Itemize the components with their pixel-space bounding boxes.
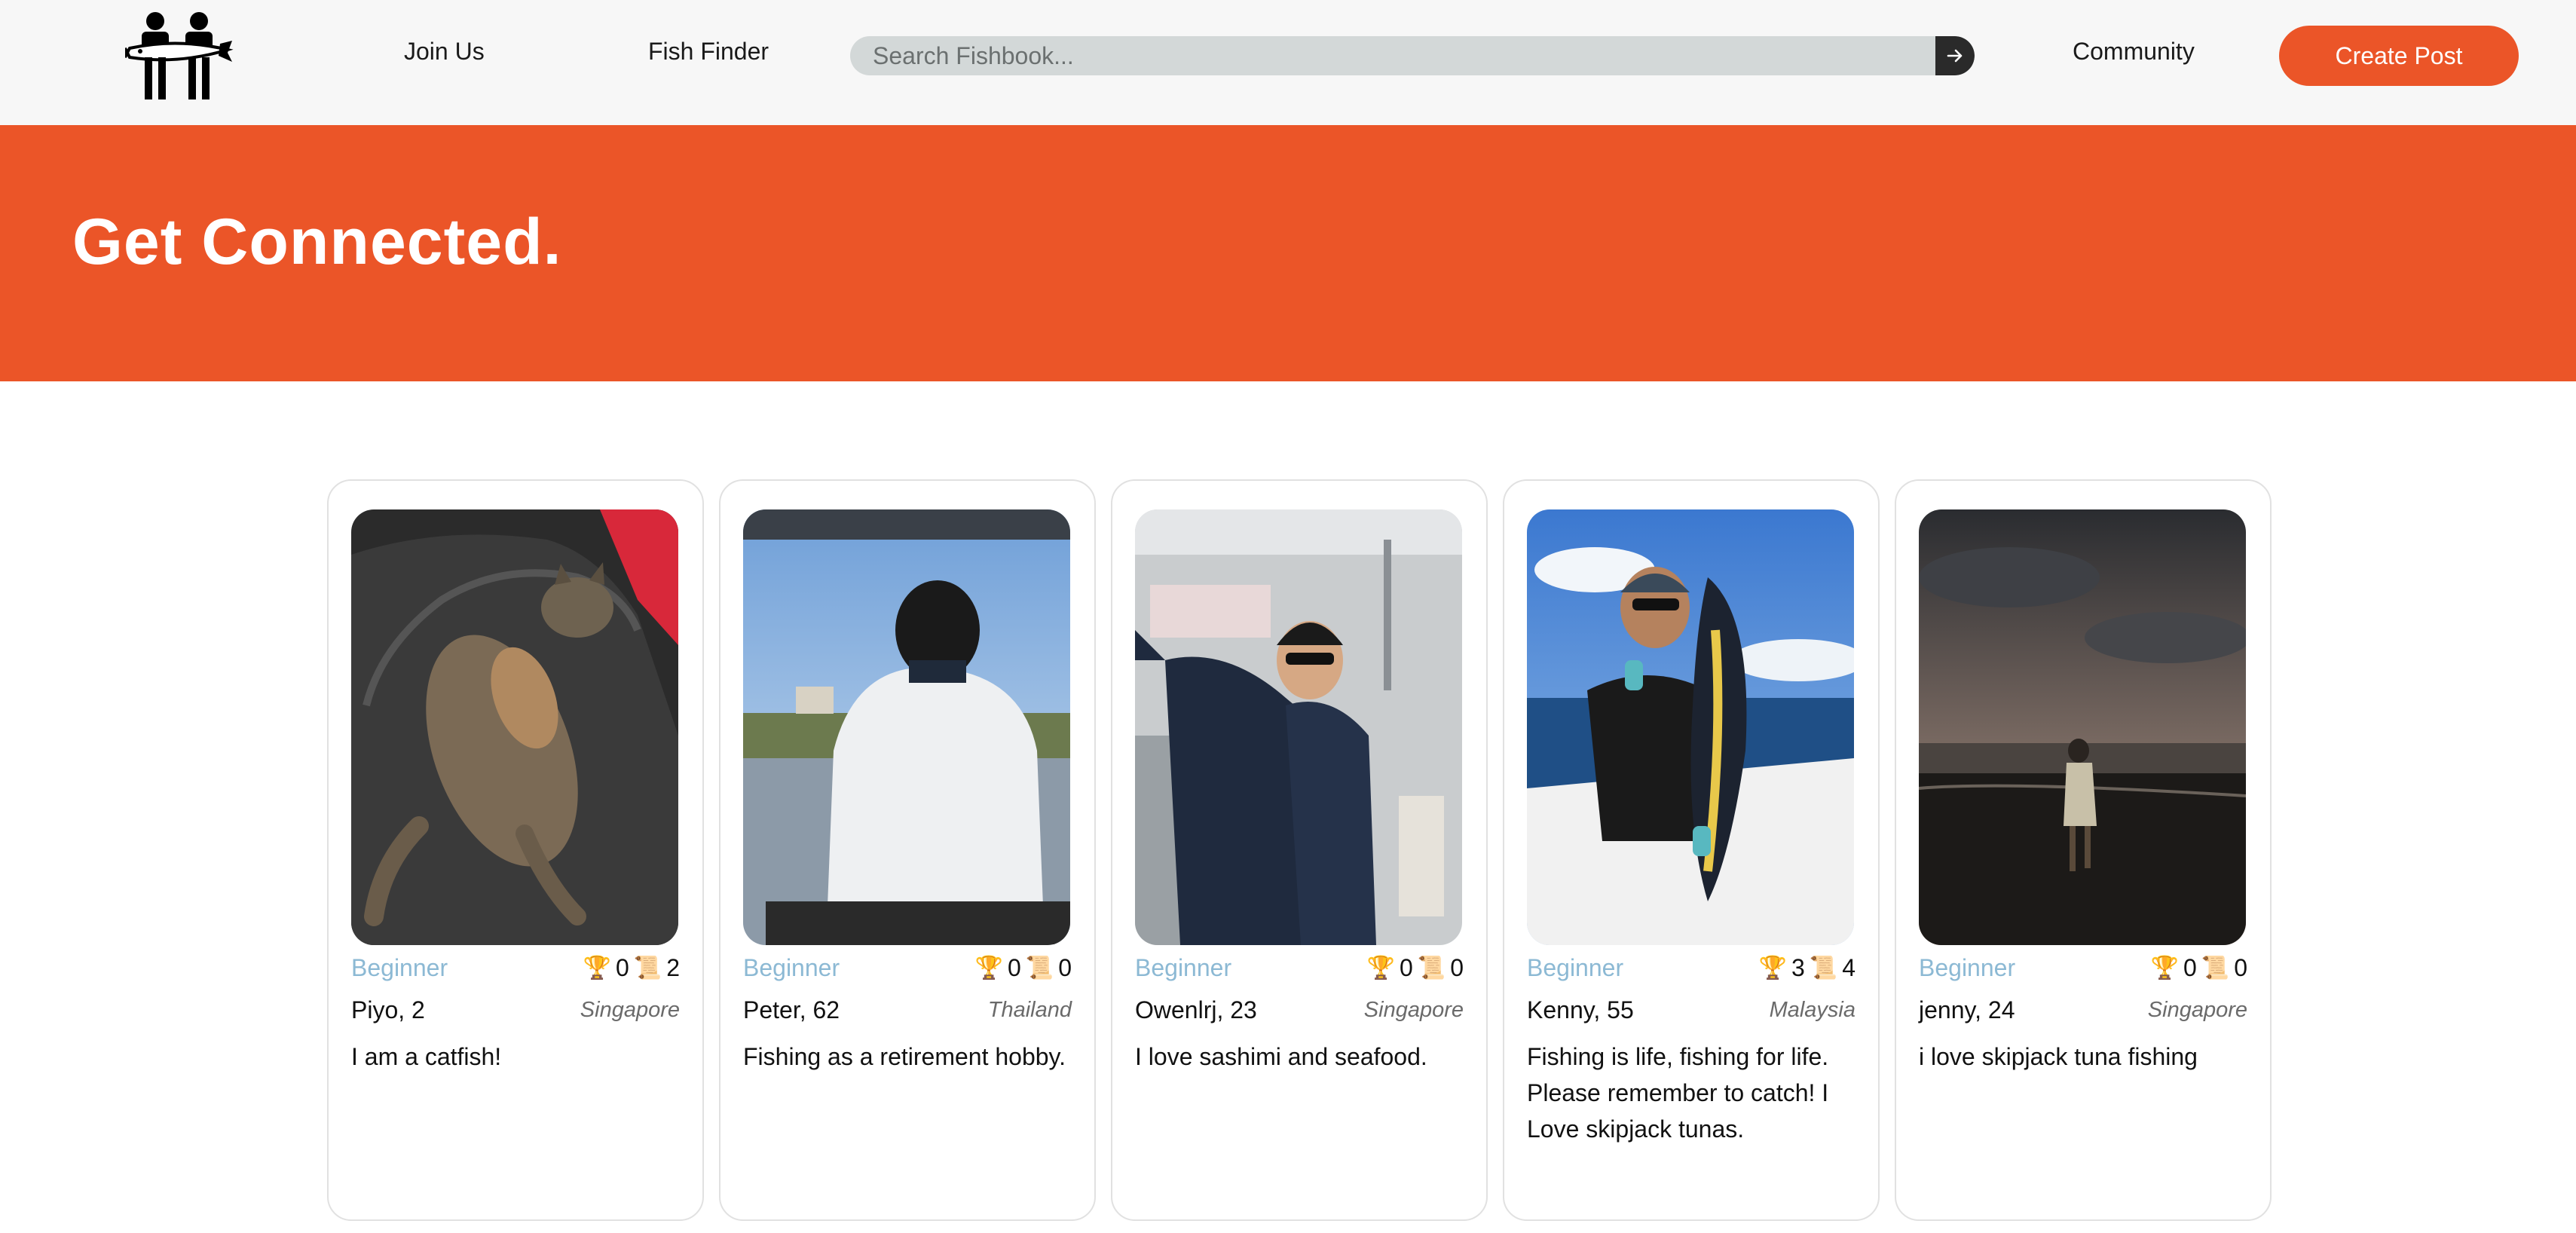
profile-photo xyxy=(1135,509,1462,945)
level-label: Beginner xyxy=(743,954,840,981)
nav-fish-finder[interactable]: Fish Finder xyxy=(648,38,769,66)
profile-card[interactable]: Beginner 🏆 3 📜 4 Kenny, 55 Malaysia Fishin… xyxy=(1503,479,1880,1221)
trophy-count: 0 xyxy=(616,954,629,981)
profile-photo xyxy=(1919,509,2246,945)
trophy-count: 0 xyxy=(2183,954,2197,981)
profile-photo xyxy=(1527,509,1854,945)
post-count: 2 xyxy=(666,954,680,981)
profile-card[interactable]: Beginner 🏆 0 📜 0 Peter, 62 Thailand Fishin… xyxy=(719,479,1096,1221)
profile-stats: 🏆 0 📜 0 xyxy=(971,954,1072,982)
profile-country: Malaysia xyxy=(1769,998,1856,1022)
trophy-icon: 🏆 xyxy=(1366,956,1396,981)
profile-name: Owenlrj, 23 xyxy=(1135,996,1257,1023)
profile-name: Kenny, 55 xyxy=(1527,996,1634,1023)
arrow-right-icon xyxy=(1947,49,1963,63)
trophy-icon: 🏆 xyxy=(1758,956,1788,981)
profile-country: Singapore xyxy=(2147,998,2247,1022)
scroll-icon: 📜 xyxy=(1417,956,1446,981)
fishermen-logo[interactable] xyxy=(124,11,234,101)
post-count: 0 xyxy=(1450,954,1464,981)
trophy-count: 3 xyxy=(1791,954,1805,981)
level-label: Beginner xyxy=(1135,954,1232,981)
search-bar xyxy=(850,36,1975,75)
profile-name: jenny, 24 xyxy=(1919,996,2015,1023)
scroll-icon: 📜 xyxy=(1025,956,1054,981)
post-count: 4 xyxy=(1842,954,1856,981)
nav-community[interactable]: Community xyxy=(2073,38,2195,66)
profile-card[interactable]: Beginner 🏆 0 📜 0 Owenlrj, 23 Singapore I l… xyxy=(1111,479,1488,1221)
hero-banner: Get Connected. xyxy=(0,125,2576,381)
profile-name: Peter, 62 xyxy=(743,996,840,1023)
post-count: 0 xyxy=(2234,954,2247,981)
profile-bio: Fishing as a retirement hobby. xyxy=(743,1043,1066,1070)
profile-country: Singapore xyxy=(580,998,680,1022)
trophy-count: 0 xyxy=(1008,954,1021,981)
scroll-icon: 📜 xyxy=(2201,956,2230,981)
profile-stats: 🏆 0 📜 0 xyxy=(2146,954,2247,982)
trophy-count: 0 xyxy=(1400,954,1413,981)
profile-card[interactable]: Beginner 🏆 0 📜 2 Piyo, 2 Singapore I am a … xyxy=(327,479,704,1221)
profile-bio: I am a catfish! xyxy=(351,1043,502,1070)
hero-title: Get Connected. xyxy=(72,206,562,278)
profile-country: Singapore xyxy=(1363,998,1464,1022)
profile-photo xyxy=(743,509,1070,945)
profile-name: Piyo, 2 xyxy=(351,996,425,1023)
profile-country: Thailand xyxy=(987,998,1072,1022)
trophy-icon: 🏆 xyxy=(2150,956,2180,981)
profile-card[interactable]: Beginner 🏆 0 📜 0 jenny, 24 Singapore i lov… xyxy=(1895,479,2272,1221)
search-submit-button[interactable] xyxy=(1935,36,1975,75)
profile-bio: I love sashimi and seafood. xyxy=(1135,1043,1427,1070)
nav-join-us[interactable]: Join Us xyxy=(404,38,485,66)
profile-stats: 🏆 0 📜 2 xyxy=(579,954,680,982)
top-navbar: Join Us Fish Finder Community Create Pos… xyxy=(0,0,2576,125)
profile-stats: 🏆 0 📜 0 xyxy=(1363,954,1464,982)
profile-bio: i love skipjack tuna fishing xyxy=(1919,1043,2198,1070)
level-label: Beginner xyxy=(1919,954,2016,981)
search-input[interactable] xyxy=(850,36,1935,75)
profile-bio: Fishing is life, fishing for life. Pleas… xyxy=(1527,1043,1829,1143)
trophy-icon: 🏆 xyxy=(583,956,612,981)
scroll-icon: 📜 xyxy=(633,956,662,981)
profile-photo xyxy=(351,509,678,945)
create-post-button[interactable]: Create Post xyxy=(2279,26,2519,86)
level-label: Beginner xyxy=(351,954,448,981)
trophy-icon: 🏆 xyxy=(974,956,1004,981)
post-count: 0 xyxy=(1058,954,1072,981)
level-label: Beginner xyxy=(1527,954,1624,981)
profile-stats: 🏆 3 📜 4 xyxy=(1755,954,1856,982)
scroll-icon: 📜 xyxy=(1809,956,1838,981)
